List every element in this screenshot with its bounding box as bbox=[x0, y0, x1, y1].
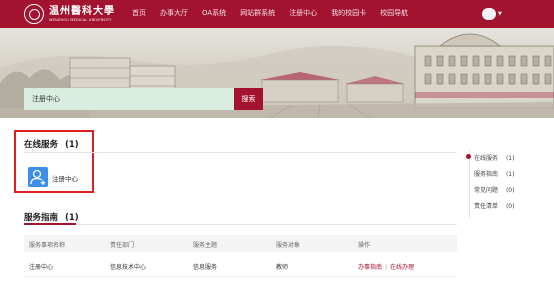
service-guide-title-text: 服务指南 bbox=[24, 213, 59, 223]
online-apply-link[interactable]: 在线办理 bbox=[390, 264, 414, 271]
side-nav-label: 责任清单 bbox=[474, 203, 499, 210]
university-logo[interactable]: 温州醫科大學 WENZHOU MEDICAL UNIVERSITY bbox=[24, 3, 115, 25]
nav-home[interactable]: 首页 bbox=[132, 0, 146, 28]
chevron-down-icon: ▼ bbox=[498, 11, 502, 17]
side-nav-online-services[interactable]: 在线服务 (1) bbox=[474, 153, 514, 162]
nav-registration-center[interactable]: 注册中心 bbox=[289, 0, 317, 28]
user-add-icon[interactable] bbox=[28, 167, 48, 187]
nav-campus-card[interactable]: 我的校园卡 bbox=[331, 0, 366, 28]
action-separator: | bbox=[385, 264, 388, 271]
cell-actions: 办事指南 | 在线办理 bbox=[358, 262, 414, 271]
service-guide-divider bbox=[24, 224, 457, 225]
col-audience: 服务对象 bbox=[276, 242, 301, 249]
logo-chinese-name: 温州醫科大學 bbox=[49, 5, 115, 17]
col-action: 操作 bbox=[358, 242, 371, 249]
logo-text: 温州醫科大學 WENZHOU MEDICAL UNIVERSITY bbox=[49, 6, 115, 23]
nav-oa-system[interactable]: OA系统 bbox=[202, 0, 226, 28]
side-nav-faq[interactable]: 常见问题 (0) bbox=[474, 185, 514, 194]
nav-website-system[interactable]: 网站群系统 bbox=[240, 0, 275, 28]
nav-campus-navigation[interactable]: 校园导航 bbox=[380, 0, 408, 28]
col-department: 责任部门 bbox=[110, 242, 135, 249]
side-nav-count: (0) bbox=[505, 203, 515, 210]
university-seal-icon bbox=[24, 4, 44, 24]
service-guide-underline bbox=[24, 223, 76, 225]
avatar bbox=[482, 8, 496, 20]
service-registration-center-link[interactable]: 注册中心 bbox=[52, 173, 78, 183]
side-nav-service-guide[interactable]: 服务指南 (1) bbox=[474, 169, 514, 178]
side-nav-line bbox=[469, 150, 470, 218]
cell-department: 信息技术中心 bbox=[110, 264, 147, 271]
service-guide-title: 服务指南 (1) bbox=[24, 211, 79, 223]
side-nav-label: 常见问题 bbox=[474, 187, 499, 194]
nav-service-hall[interactable]: 办事大厅 bbox=[160, 0, 188, 28]
top-navigation-bar: 温州醫科大學 WENZHOU MEDICAL UNIVERSITY 首页 办事大… bbox=[0, 0, 554, 28]
logo-english-name: WENZHOU MEDICAL UNIVERSITY bbox=[49, 17, 112, 22]
cell-service-name: 注册中心 bbox=[29, 264, 54, 271]
row-divider bbox=[24, 276, 457, 277]
online-services-count: (1) bbox=[64, 140, 79, 150]
side-nav-count: (1) bbox=[505, 171, 515, 178]
search-button[interactable]: 搜索 bbox=[234, 88, 263, 110]
table-header bbox=[24, 235, 457, 252]
side-nav-count: (1) bbox=[505, 155, 515, 162]
side-nav-count: (0) bbox=[505, 187, 515, 194]
main-nav: 首页 办事大厅 OA系统 网站群系统 注册中心 我的校园卡 校园导航 bbox=[132, 0, 422, 28]
col-service-name: 服务事项名称 bbox=[29, 242, 66, 249]
service-guide-count: (1) bbox=[64, 213, 79, 223]
user-menu[interactable]: ▼ bbox=[482, 8, 502, 20]
col-topic: 服务主题 bbox=[193, 242, 218, 249]
online-services-title: 在线服务 (1) bbox=[24, 138, 79, 150]
cell-topic: 信息服务 bbox=[193, 264, 218, 271]
guide-link[interactable]: 办事指南 bbox=[358, 264, 382, 271]
side-nav-label: 在线服务 bbox=[474, 155, 499, 162]
side-nav-label: 服务指南 bbox=[474, 171, 499, 178]
cell-audience: 教师 bbox=[276, 264, 289, 271]
online-services-title-text: 在线服务 bbox=[24, 140, 59, 150]
active-indicator-dot bbox=[466, 154, 471, 159]
search-input[interactable] bbox=[24, 88, 234, 110]
online-services-divider bbox=[24, 152, 457, 153]
banner: 搜索 bbox=[0, 28, 554, 118]
side-nav-responsibility-list[interactable]: 责任清单 (0) bbox=[474, 201, 514, 210]
